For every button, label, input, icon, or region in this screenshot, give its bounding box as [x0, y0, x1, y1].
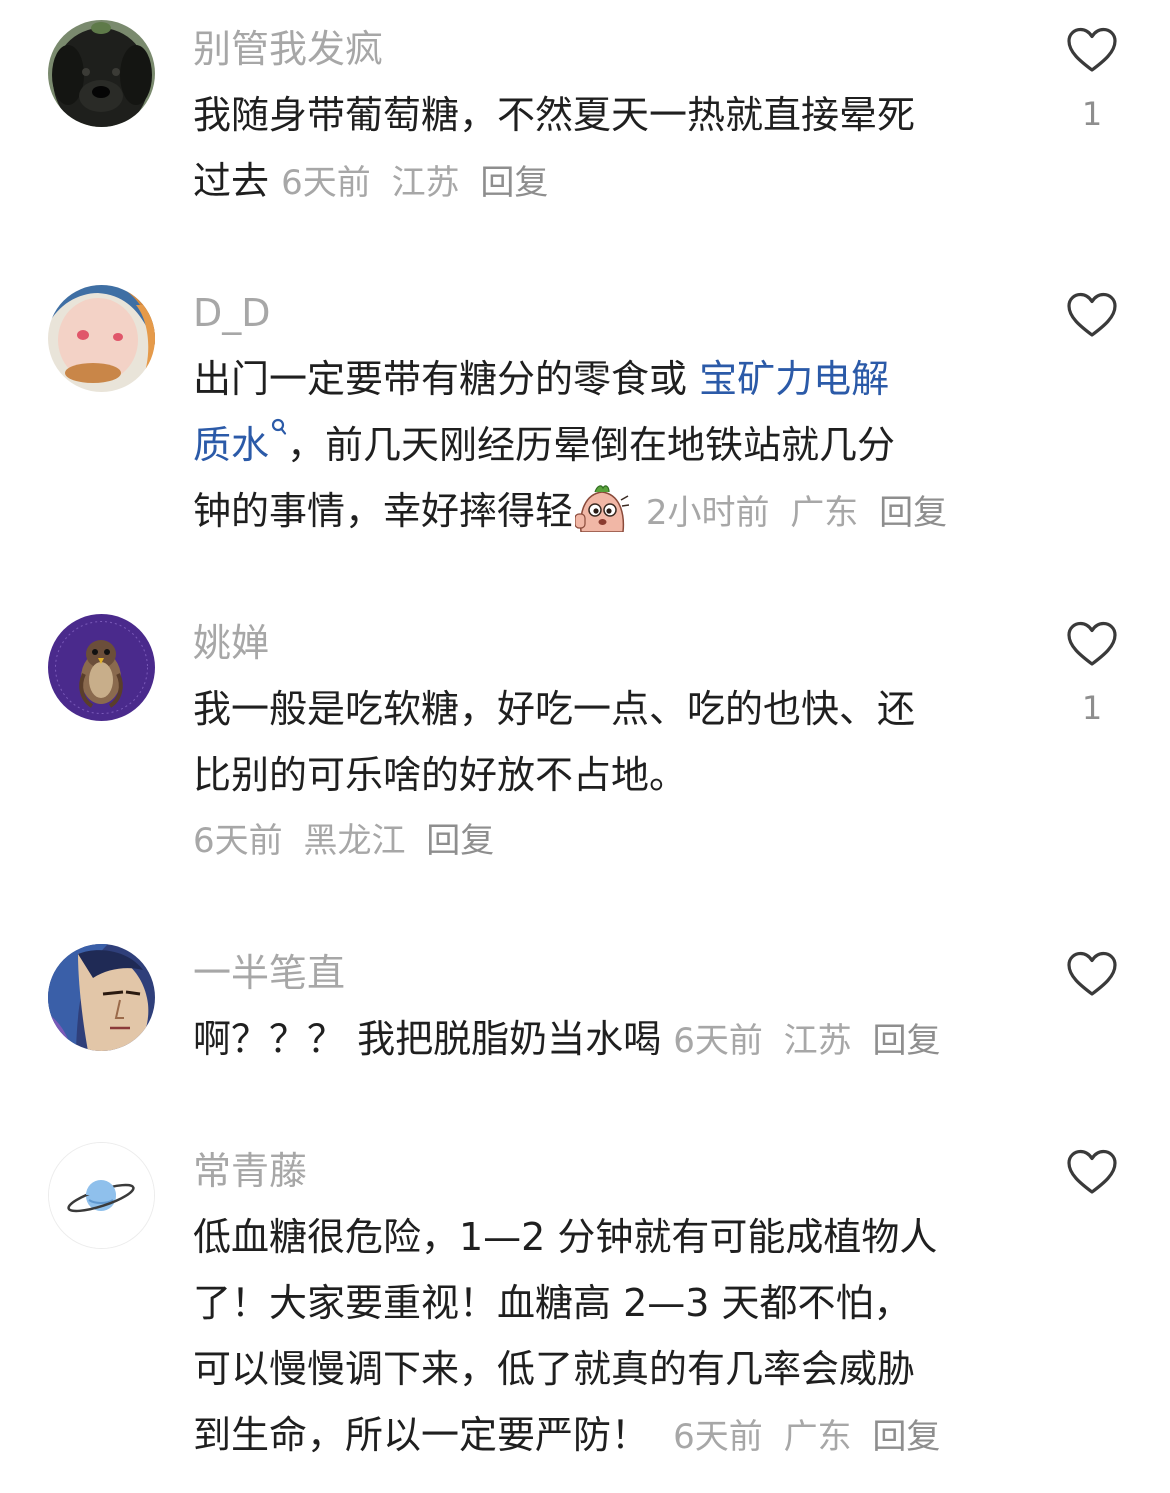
- comment-line-text: 啊？？？ 我把脱脂奶当水喝: [193, 1017, 662, 1061]
- heart-outline-icon: [1067, 1149, 1117, 1194]
- comment-location: 江苏: [783, 1021, 852, 1061]
- comment-line: 我一般是吃软糖，好吃一点、吃的也快、还: [193, 687, 916, 731]
- username[interactable]: 一半笔直: [193, 950, 345, 996]
- comment-time: 6天前: [673, 1417, 763, 1457]
- comment-line-text: ，前几天刚经历晕倒在地铁站就几分: [287, 423, 896, 467]
- username[interactable]: 别管我发疯: [193, 26, 383, 72]
- comment-line-text: 过去: [193, 159, 270, 203]
- like-button[interactable]: 1: [1064, 621, 1120, 727]
- product-link[interactable]: 宝矿力电解: [699, 357, 889, 401]
- reply-button[interactable]: 回复: [872, 1021, 940, 1061]
- comment-line: 我随身带葡萄糖，不然夏天一热就直接晕死: [193, 93, 916, 137]
- like-count: 1: [1081, 689, 1103, 727]
- like-button[interactable]: [1064, 951, 1120, 997]
- comment-line-text: 出门一定要带有糖分的零食或: [193, 357, 700, 401]
- planet-avatar-icon: [49, 1143, 154, 1248]
- comment-line: 了！大家要重视！血糖高 2—3 天都不怕，: [193, 1281, 912, 1325]
- comment-text: 我随身带葡萄糖，不然夏天一热就直接晕死 过去 6天前 江苏 回复: [193, 82, 1023, 216]
- reply-button[interactable]: 回复: [480, 163, 548, 203]
- reply-button[interactable]: 回复: [879, 493, 947, 533]
- black-dog-avatar-icon: [48, 20, 155, 127]
- comment-meta: 6天前 江苏 回复: [673, 1021, 950, 1061]
- reply-button[interactable]: 回复: [872, 1417, 940, 1457]
- comment-line: 啊？？？ 我把脱脂奶当水喝 6天前 江苏 回复: [193, 1006, 1023, 1074]
- comment-line-text: 到生命，所以一定要严防！: [193, 1413, 650, 1457]
- like-button[interactable]: [1064, 1149, 1120, 1195]
- comment-line: 低血糖很危险，1—2 分钟就有可能成植物人: [193, 1215, 938, 1259]
- comment-time: 6天前: [193, 821, 283, 861]
- comment-meta: 2小时前 广东 回复: [635, 493, 957, 533]
- comment-line: 过去 6天前 江苏 回复: [193, 148, 1023, 216]
- falcon-avatar-icon: [48, 614, 155, 721]
- comment-meta: 6天前 广东 回复: [673, 1417, 950, 1457]
- heart-outline-icon: [1067, 292, 1117, 337]
- anime-character-avatar-icon: [48, 944, 155, 1051]
- username[interactable]: 姚婵: [193, 620, 269, 666]
- avatar[interactable]: [48, 1142, 155, 1249]
- comment-line: 质水 ，前几天刚经历晕倒在地铁站就几分: [193, 412, 1023, 478]
- comment-line: 到生命，所以一定要严防！ 6天前 广东 回复: [193, 1402, 1023, 1470]
- peeking-cartoon-emoji-icon: [575, 485, 630, 532]
- username[interactable]: D_D: [193, 290, 271, 336]
- search-icon[interactable]: [271, 418, 287, 436]
- like-button[interactable]: 1: [1064, 27, 1120, 133]
- comment-line: 可以慢慢调下来，低了就真的有几率会威胁: [193, 1347, 916, 1391]
- comment-time: 2小时前: [645, 493, 770, 533]
- comment-text: 出门一定要带有糖分的零食或 宝矿力电解 质水 ，前几天刚经历晕倒在地铁站就几分 钟…: [193, 346, 1023, 546]
- comment-line-text: 钟的事情，幸好摔得轻: [193, 489, 574, 533]
- comment-line: 比别的可乐啥的好放不占地。: [193, 753, 688, 797]
- comment-line: 钟的事情，幸好摔得轻 2小时前 广东 回复: [193, 478, 1023, 546]
- comment-text: 啊？？？ 我把脱脂奶当水喝 6天前 江苏 回复: [193, 1006, 1023, 1074]
- comment-location: 广东: [783, 1417, 852, 1457]
- avatar[interactable]: [48, 614, 155, 721]
- comment-text: 低血糖很危险，1—2 分钟就有可能成植物人 了！大家要重视！血糖高 2—3 天都…: [193, 1204, 1023, 1470]
- comment-location: 江苏: [391, 163, 460, 203]
- comment-time: 6天前: [673, 1021, 763, 1061]
- username[interactable]: 常青藤: [193, 1148, 307, 1194]
- heart-outline-icon: [1067, 621, 1117, 666]
- comment-line: 出门一定要带有糖分的零食或 宝矿力电解: [193, 346, 1023, 412]
- cartoon-girl-avatar-icon: [48, 285, 155, 392]
- reply-button[interactable]: 回复: [426, 821, 494, 861]
- comment-meta: 6天前 江苏 回复: [281, 163, 558, 203]
- avatar[interactable]: [48, 285, 155, 392]
- heart-outline-icon: [1067, 951, 1117, 996]
- comment-location: 黑龙江: [303, 821, 406, 861]
- comment-location: 广东: [790, 493, 859, 533]
- product-link[interactable]: 质水: [193, 423, 269, 467]
- like-count: 1: [1081, 95, 1103, 133]
- avatar[interactable]: [48, 944, 155, 1051]
- comment-text: 我一般是吃软糖，好吃一点、吃的也快、还 比别的可乐啥的好放不占地。 6天前 黑龙…: [193, 676, 1023, 874]
- comment-meta: 6天前 黑龙江 回复: [193, 808, 1023, 874]
- heart-outline-icon: [1067, 27, 1117, 72]
- avatar[interactable]: [48, 20, 155, 127]
- comment-time: 6天前: [281, 163, 371, 203]
- like-button[interactable]: [1064, 292, 1120, 338]
